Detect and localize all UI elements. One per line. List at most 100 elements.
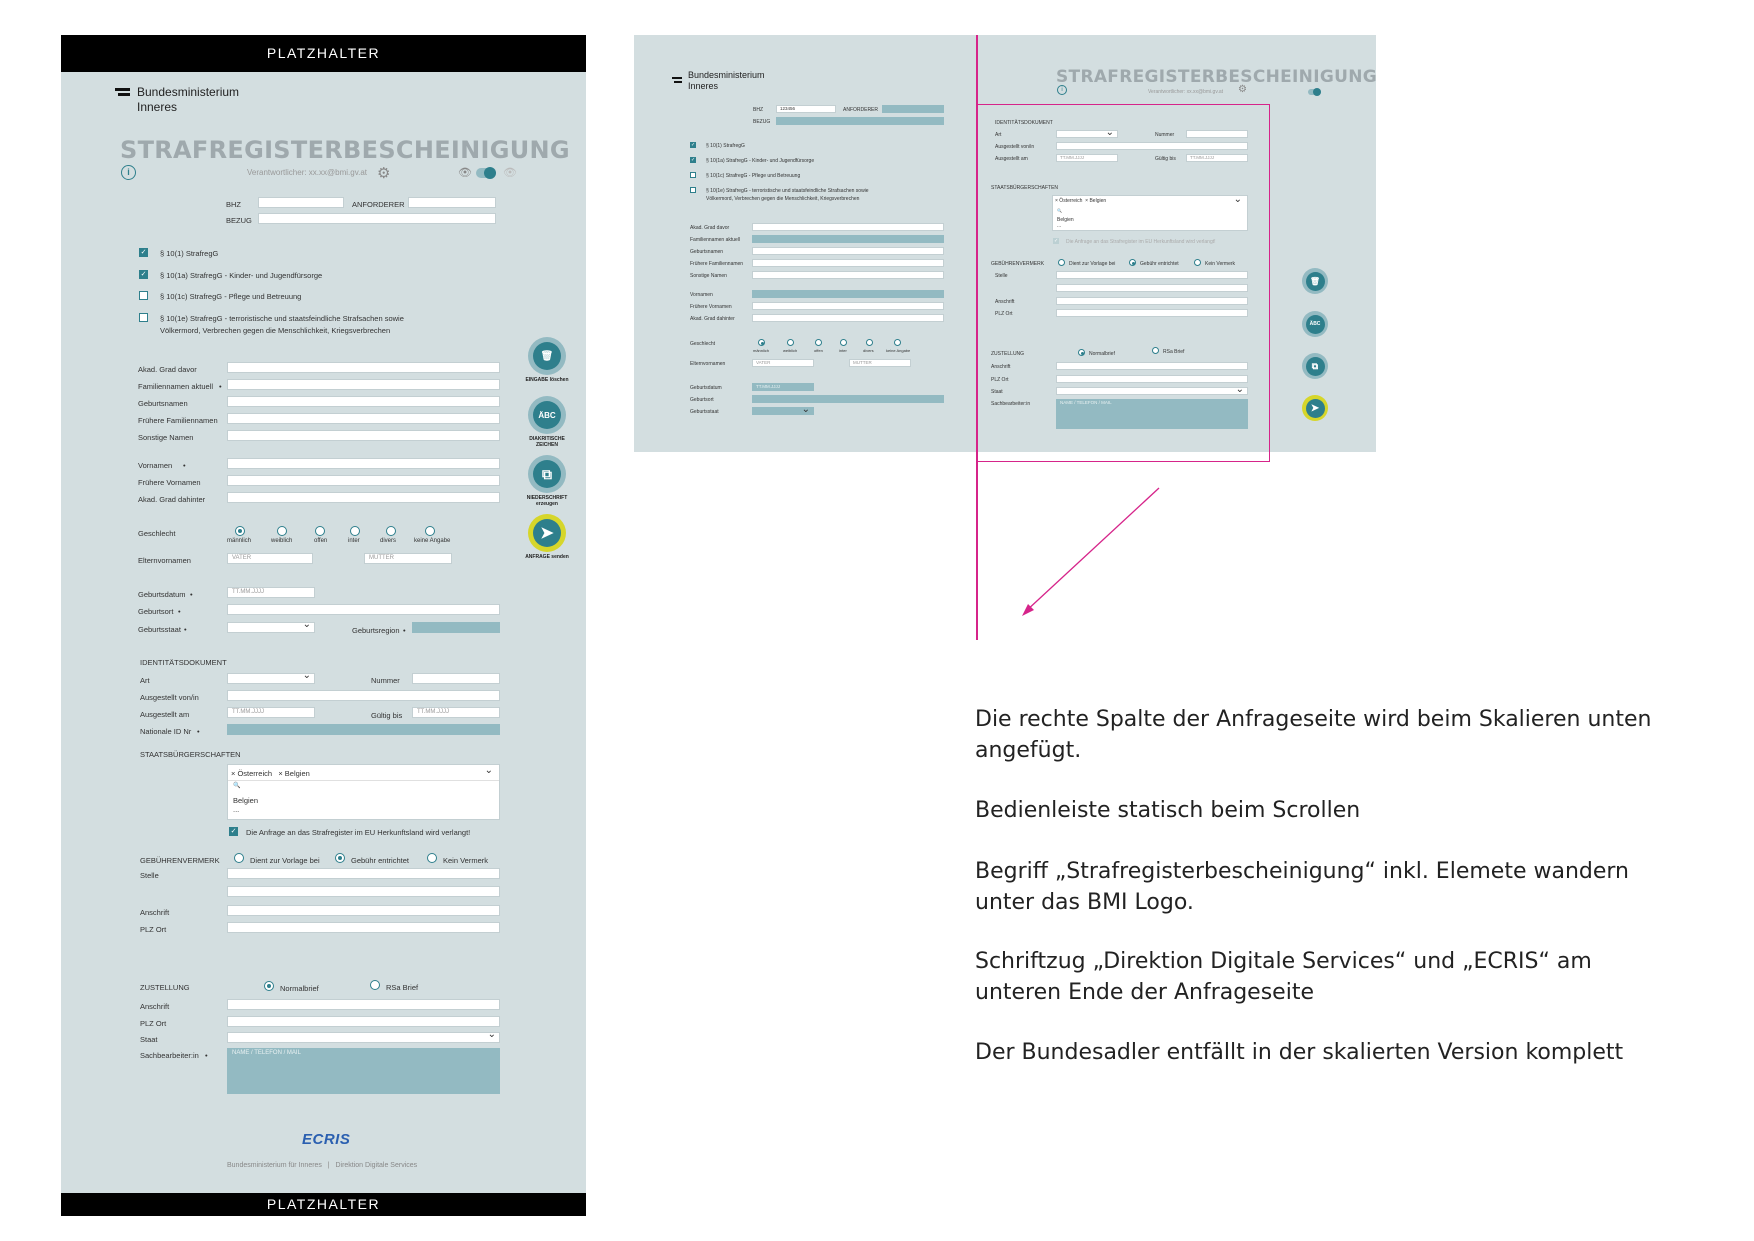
citizenship-multiselect[interactable]: × Österreich × Belgien 🔍 Belgien ... xyxy=(227,764,500,820)
checkbox[interactable] xyxy=(690,172,696,178)
eye-off-icon[interactable]: 👁 xyxy=(503,166,517,179)
gender-radio[interactable] xyxy=(315,526,325,536)
checkbox-10-1e[interactable] xyxy=(139,313,148,322)
akad-grad-dahinter-input[interactable] xyxy=(227,492,500,503)
fee-radio[interactable] xyxy=(234,853,244,863)
nationale-id-input[interactable] xyxy=(227,724,500,735)
diacritics-button[interactable]: ÄBC xyxy=(1302,311,1328,337)
tag-austria[interactable]: × Österreich xyxy=(231,769,272,778)
checkbox-10-1c[interactable] xyxy=(139,291,148,300)
checkbox-10-1a[interactable]: ✓ xyxy=(139,270,148,279)
field-label: Vornamen xyxy=(138,461,173,470)
checkbox-label: § 10(1e) StrafregG - terroristische und … xyxy=(160,314,404,323)
fruehere-vornamen-input[interactable] xyxy=(227,475,500,486)
fee-option: Dient zur Vorlage bei xyxy=(250,856,320,865)
input[interactable] xyxy=(752,290,944,298)
diacritics-button[interactable]: ÄBC xyxy=(528,396,566,434)
tag-belgium[interactable]: × Belgien xyxy=(278,769,309,778)
checkbox[interactable] xyxy=(690,187,696,193)
geburtsstaat-select[interactable] xyxy=(227,619,315,633)
bhz-input[interactable]: 123456 xyxy=(776,105,836,113)
ausgestellt-am-label: Ausgestellt am xyxy=(140,710,190,719)
delivery-staat-select[interactable] xyxy=(227,1029,500,1043)
geburtsstaat-select[interactable] xyxy=(752,404,814,415)
input[interactable] xyxy=(752,223,944,231)
delivery-anschrift-input[interactable] xyxy=(227,999,500,1010)
gender-radio[interactable] xyxy=(840,339,847,346)
eu-request-checkbox[interactable]: ✓ xyxy=(229,827,238,836)
mutter-input[interactable]: MUTTER xyxy=(849,359,911,367)
send-request-button[interactable]: ➤ xyxy=(528,514,566,552)
send-request-button[interactable]: ➤ xyxy=(1302,395,1328,421)
vater-input[interactable]: VATER xyxy=(227,553,313,564)
geburtsdatum-input[interactable]: TT.MM.JJJJ xyxy=(752,383,814,391)
gender-radio[interactable] xyxy=(787,339,794,346)
vater-input[interactable]: VATER xyxy=(752,359,814,367)
checkbox[interactable]: ✓ xyxy=(690,157,696,163)
delivery-radio[interactable] xyxy=(264,981,274,991)
gender-radio[interactable] xyxy=(894,339,901,346)
fee-anschrift-input[interactable] xyxy=(227,905,500,916)
geburtsregion-input[interactable] xyxy=(412,622,500,633)
bhz-input[interactable] xyxy=(258,197,344,208)
bezug-input[interactable] xyxy=(258,213,496,224)
search-icon[interactable]: 🔍 xyxy=(233,782,240,789)
gear-icon[interactable]: ⚙ xyxy=(1238,84,1247,95)
stelle-input[interactable] xyxy=(227,868,500,879)
vornamen-input[interactable] xyxy=(227,458,500,469)
delivery-plz-input[interactable] xyxy=(227,1016,500,1027)
mutter-input[interactable]: MUTTER xyxy=(364,553,452,564)
geburtsdatum-input[interactable]: TT.MM.JJJJ xyxy=(227,587,315,598)
geburtsort-input[interactable] xyxy=(227,604,500,615)
gender-radio[interactable] xyxy=(235,526,245,536)
input[interactable] xyxy=(752,247,944,255)
input[interactable] xyxy=(752,271,944,279)
gender-radio[interactable] xyxy=(425,526,435,536)
gear-icon[interactable]: ⚙ xyxy=(377,164,390,182)
sachbearbeiter-textarea[interactable]: NAME / TELEFON / MAIL xyxy=(227,1048,500,1094)
create-transcript-button[interactable]: ⧉ xyxy=(528,455,566,493)
ausgestellt-am-input[interactable]: TT.MM.JJJJ xyxy=(227,707,315,718)
ausgestellt-von-input[interactable] xyxy=(227,690,500,701)
checkbox-label: § 10(1e) StrafregG - terroristische und … xyxy=(706,188,869,194)
nummer-input[interactable] xyxy=(412,673,500,684)
option-belgium[interactable]: Belgien xyxy=(233,796,258,805)
info-icon[interactable]: i xyxy=(1057,85,1067,95)
fee-radio[interactable] xyxy=(335,853,345,863)
geburtsname-input[interactable] xyxy=(227,396,500,407)
delivery-radio[interactable] xyxy=(370,980,380,990)
input[interactable] xyxy=(752,259,944,267)
input[interactable] xyxy=(752,235,944,243)
delete-input-button[interactable]: 🗑 xyxy=(528,337,566,375)
fee-radio[interactable] xyxy=(427,853,437,863)
gender-option: keine Angabe xyxy=(414,538,451,544)
gender-radio[interactable] xyxy=(758,339,765,346)
info-icon[interactable]: i xyxy=(121,165,136,180)
akad-grad-davor-input[interactable] xyxy=(227,362,500,373)
gender-radio[interactable] xyxy=(815,339,822,346)
delete-input-button[interactable]: 🗑 xyxy=(1302,268,1328,294)
view-toggle[interactable] xyxy=(476,167,496,179)
anforderer-input[interactable] xyxy=(408,197,496,208)
familienname-input[interactable] xyxy=(227,379,500,390)
gender-radio[interactable] xyxy=(866,339,873,346)
create-transcript-button[interactable]: ⧉ xyxy=(1302,353,1328,379)
stelle-input-2[interactable] xyxy=(227,886,500,897)
gender-radio[interactable] xyxy=(386,526,396,536)
art-select[interactable] xyxy=(227,670,315,684)
eye-icon[interactable]: 👁 xyxy=(458,166,472,179)
sonstige-namen-input[interactable] xyxy=(227,430,500,441)
fruehere-familiennamen-input[interactable] xyxy=(227,413,500,424)
gender-radio[interactable] xyxy=(277,526,287,536)
view-toggle[interactable] xyxy=(1308,88,1321,96)
gueltig-bis-input[interactable]: TT.MM.JJJJ xyxy=(412,707,500,718)
checkbox-10-1[interactable]: ✓ xyxy=(139,248,148,257)
fee-plz-input[interactable] xyxy=(227,922,500,933)
checkbox[interactable]: ✓ xyxy=(690,142,696,148)
input[interactable] xyxy=(752,302,944,310)
bezug-input[interactable] xyxy=(776,117,944,125)
input[interactable] xyxy=(752,314,944,322)
anforderer-input[interactable] xyxy=(882,105,944,113)
geburtsort-input[interactable] xyxy=(752,395,944,403)
gender-radio[interactable] xyxy=(350,526,360,536)
